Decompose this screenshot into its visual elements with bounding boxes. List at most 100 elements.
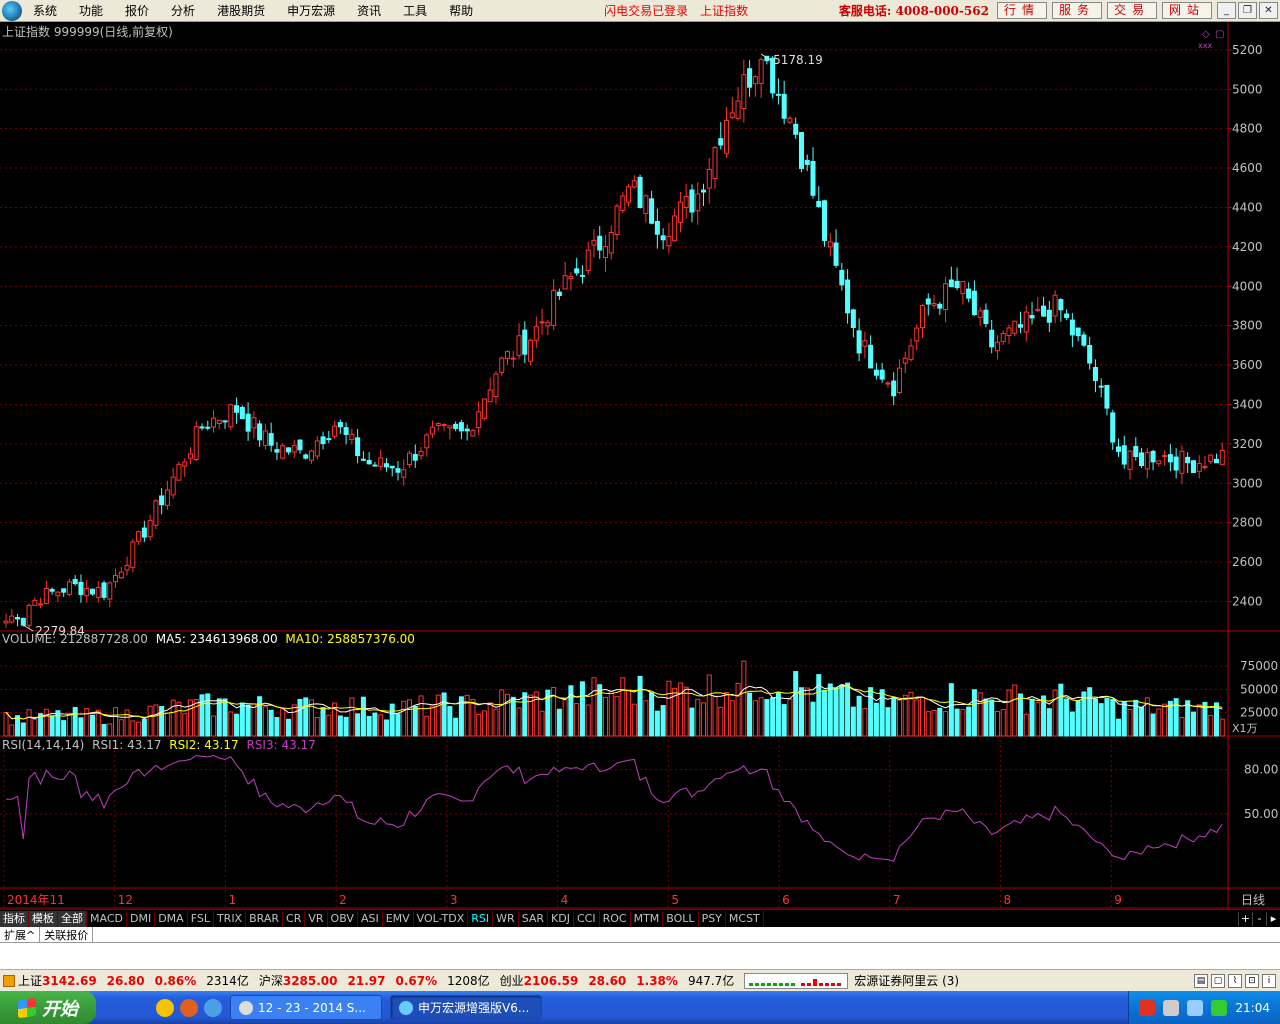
- restore-icon[interactable]: ❐: [1238, 2, 1257, 19]
- qq-icon[interactable]: [156, 998, 174, 1017]
- security-icon[interactable]: [1211, 999, 1228, 1016]
- indicator-tab-roc[interactable]: ROC: [600, 910, 631, 927]
- indicator-tab-指标[interactable]: 指标: [0, 910, 29, 927]
- volume-label: VOLUME: 212887728.00: [2, 632, 148, 646]
- indicator-tab-vol-tdx[interactable]: VOL-TDX: [414, 910, 469, 927]
- website-button[interactable]: 网站: [1161, 2, 1212, 19]
- volume-bar: [798, 687, 804, 737]
- menu-analysis[interactable]: 分析: [160, 2, 206, 19]
- indicator-tab-kdj[interactable]: KDJ: [548, 910, 574, 927]
- trade-button[interactable]: 交易: [1106, 2, 1157, 19]
- indicator-tab-trix[interactable]: TRIX: [214, 910, 247, 927]
- indicator-tab-cr[interactable]: CR: [283, 910, 306, 927]
- window-icon[interactable]: ▢: [1211, 973, 1225, 988]
- indicator-tab-模板[interactable]: 模板: [29, 910, 58, 927]
- add-icon[interactable]: +: [1238, 911, 1252, 926]
- volume-bar: [539, 710, 545, 737]
- period-label[interactable]: 日线: [1241, 893, 1265, 907]
- candle-body: [113, 574, 119, 583]
- cross-icon[interactable]: xxx: [1198, 41, 1212, 50]
- volume-bar: [620, 677, 626, 737]
- scroll-right-icon[interactable]: ▸: [1266, 911, 1280, 926]
- volume-bar: [677, 682, 683, 737]
- swhy-icon: [399, 1000, 413, 1015]
- kline-chart[interactable]: 上证指数 999999(日线,前复权) 52005000480046004400…: [0, 22, 1280, 909]
- menu-system[interactable]: 系统: [22, 2, 68, 19]
- indicator-tab-wr[interactable]: WR: [493, 910, 519, 927]
- volume-bar: [493, 708, 499, 737]
- close-icon[interactable]: ✕: [1259, 2, 1278, 19]
- candle-body: [26, 604, 32, 626]
- indicator-tab-dmi[interactable]: DMI: [127, 910, 156, 927]
- up-down-indicator[interactable]: [744, 972, 849, 989]
- volume-bar: [20, 722, 26, 737]
- menu-swhy[interactable]: 申万宏源: [276, 2, 346, 19]
- candle-body: [1069, 319, 1075, 336]
- indicator-tab-fsl[interactable]: FSL: [188, 910, 214, 927]
- taskbar-window-swhy[interactable]: 申万宏源增强版V6...: [390, 995, 542, 1020]
- antenna-icon[interactable]: ⌇: [1228, 973, 1242, 988]
- diamond-icon[interactable]: ◇: [1202, 29, 1210, 40]
- candle-body: [1081, 334, 1087, 346]
- candle-body: [827, 241, 833, 248]
- volume-bar: [72, 706, 78, 737]
- start-button[interactable]: 开始: [0, 991, 96, 1024]
- window-icon[interactable]: ▢: [1215, 29, 1224, 40]
- volume-bar: [1058, 683, 1064, 737]
- indicator-tab-obv[interactable]: OBV: [328, 910, 358, 927]
- menu-quote[interactable]: 报价: [114, 2, 160, 19]
- indicator-tab-cci[interactable]: CCI: [574, 910, 600, 927]
- taskbar-window-browser[interactable]: 12 - 23 - 2014 S...: [230, 995, 382, 1020]
- candle-body: [159, 495, 165, 506]
- volume-bar: [994, 710, 1000, 737]
- indicator-tab-macd[interactable]: MACD: [87, 910, 127, 927]
- indicator-tab-全部[interactable]: 全部: [58, 910, 87, 927]
- indicator-tab-dma[interactable]: DMA: [155, 910, 188, 927]
- high-label: 5178.19: [773, 53, 823, 67]
- menu-news[interactable]: 资讯: [346, 2, 392, 19]
- indicator-tab-sar[interactable]: SAR: [519, 910, 549, 927]
- minimize-icon[interactable]: _: [1217, 2, 1236, 19]
- calculator-icon[interactable]: ▤: [1194, 973, 1208, 988]
- candle-body: [222, 420, 228, 423]
- ext-expand-tab[interactable]: 扩展^: [0, 926, 41, 943]
- indicator-tab-boll[interactable]: BOLL: [663, 910, 699, 927]
- volume-icon[interactable]: [1163, 999, 1180, 1016]
- app-icon[interactable]: [180, 998, 198, 1017]
- volume-bar: [124, 709, 130, 737]
- candle-body: [631, 180, 637, 188]
- service-button[interactable]: 服务: [1051, 2, 1102, 19]
- indicator-tab-vr[interactable]: VR: [305, 910, 328, 927]
- indicator-tab-emv[interactable]: EMV: [383, 910, 414, 927]
- indicator-tab-mcst[interactable]: MCST: [726, 910, 764, 927]
- menu-hk-futures[interactable]: 港股期货: [206, 2, 276, 19]
- market-icon[interactable]: [3, 974, 15, 987]
- volume-bar: [274, 717, 280, 737]
- volume-bar: [1046, 708, 1052, 737]
- price-tick-label: 4000: [1232, 279, 1263, 293]
- volume-bar: [971, 689, 977, 737]
- indicator-tab-brar[interactable]: BRAR: [246, 910, 284, 927]
- indicator-tab-psy[interactable]: PSY: [699, 910, 726, 927]
- lock-icon[interactable]: ⊡: [1245, 973, 1259, 988]
- sogou-icon[interactable]: [1139, 999, 1156, 1016]
- candle-body: [343, 427, 349, 435]
- volume-bar: [845, 682, 851, 737]
- menu-tools[interactable]: 工具: [392, 2, 438, 19]
- info-icon[interactable]: i: [1262, 973, 1276, 988]
- indicator-tab-asi[interactable]: ASI: [358, 910, 383, 927]
- ie-icon[interactable]: [204, 998, 222, 1017]
- candle-body: [977, 310, 983, 318]
- volume-bar: [925, 711, 931, 737]
- minus-icon[interactable]: -: [1252, 911, 1266, 926]
- volume-bar: [499, 689, 505, 737]
- menu-help[interactable]: 帮助: [438, 2, 484, 19]
- news-ticker[interactable]: 宏源证券阿里云 (3): [854, 972, 959, 989]
- market-button[interactable]: 行情: [996, 2, 1047, 19]
- network-icon[interactable]: [1187, 999, 1204, 1016]
- related-quote-tab[interactable]: 关联报价: [40, 926, 94, 943]
- indicator-tab-mtm[interactable]: MTM: [631, 910, 664, 927]
- indicator-tab-rsi[interactable]: RSI: [468, 910, 494, 927]
- menu-function[interactable]: 功能: [68, 2, 114, 19]
- candle-body: [1121, 445, 1127, 465]
